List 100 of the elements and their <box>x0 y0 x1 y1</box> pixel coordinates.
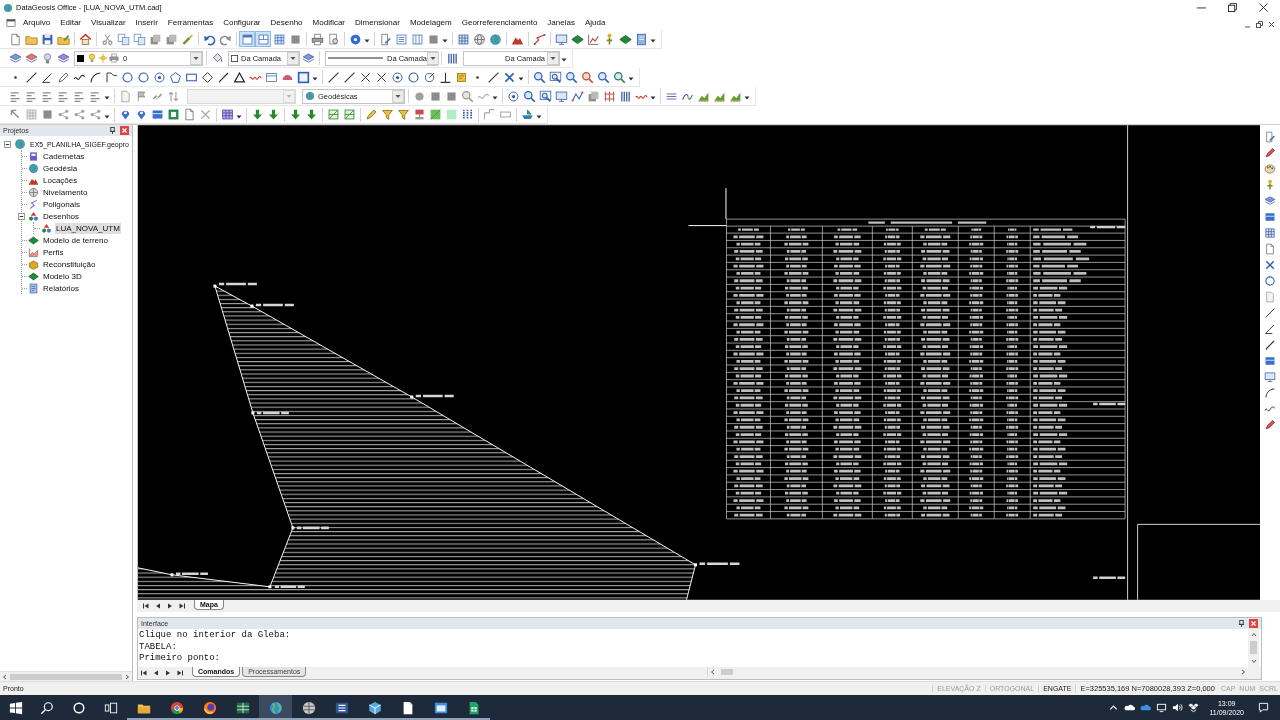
magnifier-icon[interactable] <box>564 70 578 84</box>
stacked-squares-icon[interactable] <box>148 32 162 46</box>
caret-icon[interactable] <box>536 113 542 120</box>
view-toggle-button[interactable] <box>271 31 287 47</box>
tree-item[interactable]: Modelo de terreno <box>42 234 109 246</box>
previous-icon[interactable] <box>152 669 160 677</box>
palette-icon[interactable] <box>1264 163 1276 175</box>
polygon-icon[interactable] <box>168 70 182 84</box>
layers-icon[interactable] <box>301 51 315 65</box>
square-icon[interactable] <box>428 108 442 121</box>
box-icon[interactable] <box>150 108 164 121</box>
menu-item[interactable]: Desenho <box>265 16 308 29</box>
caret-icon[interactable] <box>561 57 567 63</box>
pencil-icon[interactable] <box>1264 419 1276 431</box>
magnifier-icon[interactable] <box>460 89 474 103</box>
caret-icon[interactable] <box>628 76 634 82</box>
view-toggle-button[interactable] <box>239 31 255 47</box>
menu-item[interactable]: Ajuda <box>579 16 611 29</box>
next-icon[interactable] <box>164 669 172 677</box>
scissors-icon[interactable] <box>100 32 114 46</box>
cross-icon[interactable] <box>374 70 388 84</box>
windows-logo-icon[interactable] <box>8 700 23 715</box>
tree-item[interactable]: Reconstituição <box>42 258 97 270</box>
bars-icon[interactable] <box>445 51 459 65</box>
layers-icon[interactable] <box>1264 195 1276 207</box>
cross-icon[interactable] <box>358 70 372 84</box>
cross-icon[interactable] <box>1264 259 1276 271</box>
target-icon[interactable] <box>506 89 520 103</box>
align-icon[interactable] <box>56 89 70 103</box>
horizontal-scrollbar[interactable] <box>707 667 1248 677</box>
dotted-bars-icon[interactable] <box>460 108 474 121</box>
stacked-squares-icon[interactable] <box>164 32 178 46</box>
grid-box-icon[interactable] <box>326 108 340 121</box>
square-icon[interactable] <box>428 89 442 103</box>
align-icon[interactable] <box>8 89 22 103</box>
frame-icon[interactable] <box>296 70 310 84</box>
close-icon[interactable] <box>1268 21 1275 28</box>
perpendicular-icon[interactable] <box>438 70 452 84</box>
menu-item[interactable]: Modificar <box>307 16 350 29</box>
cross-icon[interactable] <box>502 70 516 84</box>
tree-item[interactable]: Cadernetas <box>42 150 86 162</box>
arc-icon[interactable] <box>1264 387 1276 399</box>
tree-item[interactable]: Locações <box>42 174 79 186</box>
scrollbar-thumb[interactable] <box>1250 641 1257 654</box>
skip-to-start-icon[interactable] <box>140 669 148 677</box>
tree-item[interactable]: Perfis <box>42 246 65 258</box>
zigzag-line-icon[interactable] <box>532 32 546 46</box>
drawing-canvas[interactable] <box>137 125 1260 600</box>
caret-icon[interactable] <box>744 95 750 101</box>
page-icon[interactable] <box>182 108 196 121</box>
triangle-icon[interactable] <box>232 70 246 84</box>
paint-bucket-icon[interactable] <box>210 51 224 65</box>
layers-icon[interactable] <box>56 51 70 65</box>
printer-icon[interactable] <box>310 32 324 46</box>
window-icon[interactable] <box>6 17 16 28</box>
caret-icon[interactable] <box>650 38 656 44</box>
pen-icon[interactable] <box>216 70 230 84</box>
restore-icon[interactable] <box>1256 21 1263 28</box>
grid-icon[interactable] <box>602 89 616 103</box>
window-icon[interactable] <box>264 70 278 84</box>
speaker-icon[interactable] <box>1172 702 1183 713</box>
magnifier-icon[interactable] <box>532 70 546 84</box>
page-pencil-icon[interactable] <box>378 32 392 46</box>
circle-icon[interactable] <box>72 700 86 715</box>
grid-icon[interactable] <box>456 32 470 46</box>
horizontal-scrollbar[interactable] <box>0 671 132 681</box>
menu-item[interactable]: Visualizar <box>86 16 131 29</box>
polyline-icon[interactable] <box>104 70 118 84</box>
tree-item[interactable]: Geodésia <box>42 162 79 174</box>
pencil-icon[interactable] <box>1264 147 1276 159</box>
grid-icon[interactable] <box>1264 227 1276 239</box>
caret-icon[interactable] <box>442 38 448 44</box>
grid-box-icon[interactable] <box>342 108 356 121</box>
tree-item[interactable]: Poligonais <box>42 198 81 210</box>
route-icon[interactable] <box>570 89 584 103</box>
scrollbar-thumb[interactable] <box>10 673 122 680</box>
target-icon[interactable] <box>152 70 166 84</box>
globe-icon[interactable] <box>472 32 486 46</box>
layers-icon[interactable] <box>24 51 38 65</box>
panel-icon[interactable] <box>634 32 648 46</box>
funnel-icon[interactable] <box>380 108 394 121</box>
copy-icon[interactable] <box>116 32 130 46</box>
nodes-icon[interactable] <box>88 108 102 121</box>
speech-bubble-icon[interactable] <box>1258 702 1269 713</box>
box-icon[interactable] <box>1264 211 1276 223</box>
pin-icon[interactable] <box>1238 620 1245 627</box>
nodes-icon[interactable] <box>56 108 70 121</box>
scrollbar-thumb[interactable] <box>721 669 733 675</box>
previous-icon[interactable] <box>154 602 162 610</box>
view-toggle-button[interactable] <box>255 31 271 47</box>
next-icon[interactable] <box>166 602 174 610</box>
magnifier-icon[interactable] <box>548 70 562 84</box>
layers-icon[interactable] <box>8 51 22 65</box>
angle-icon[interactable] <box>1264 323 1276 335</box>
minus-box-icon[interactable] <box>4 140 11 148</box>
chevron-up-icon[interactable] <box>1108 702 1119 713</box>
stacked-squares-icon[interactable] <box>586 89 600 103</box>
figure-icon[interactable] <box>1264 179 1276 191</box>
task-view-icon[interactable] <box>104 700 118 715</box>
caret-icon[interactable] <box>492 95 498 101</box>
